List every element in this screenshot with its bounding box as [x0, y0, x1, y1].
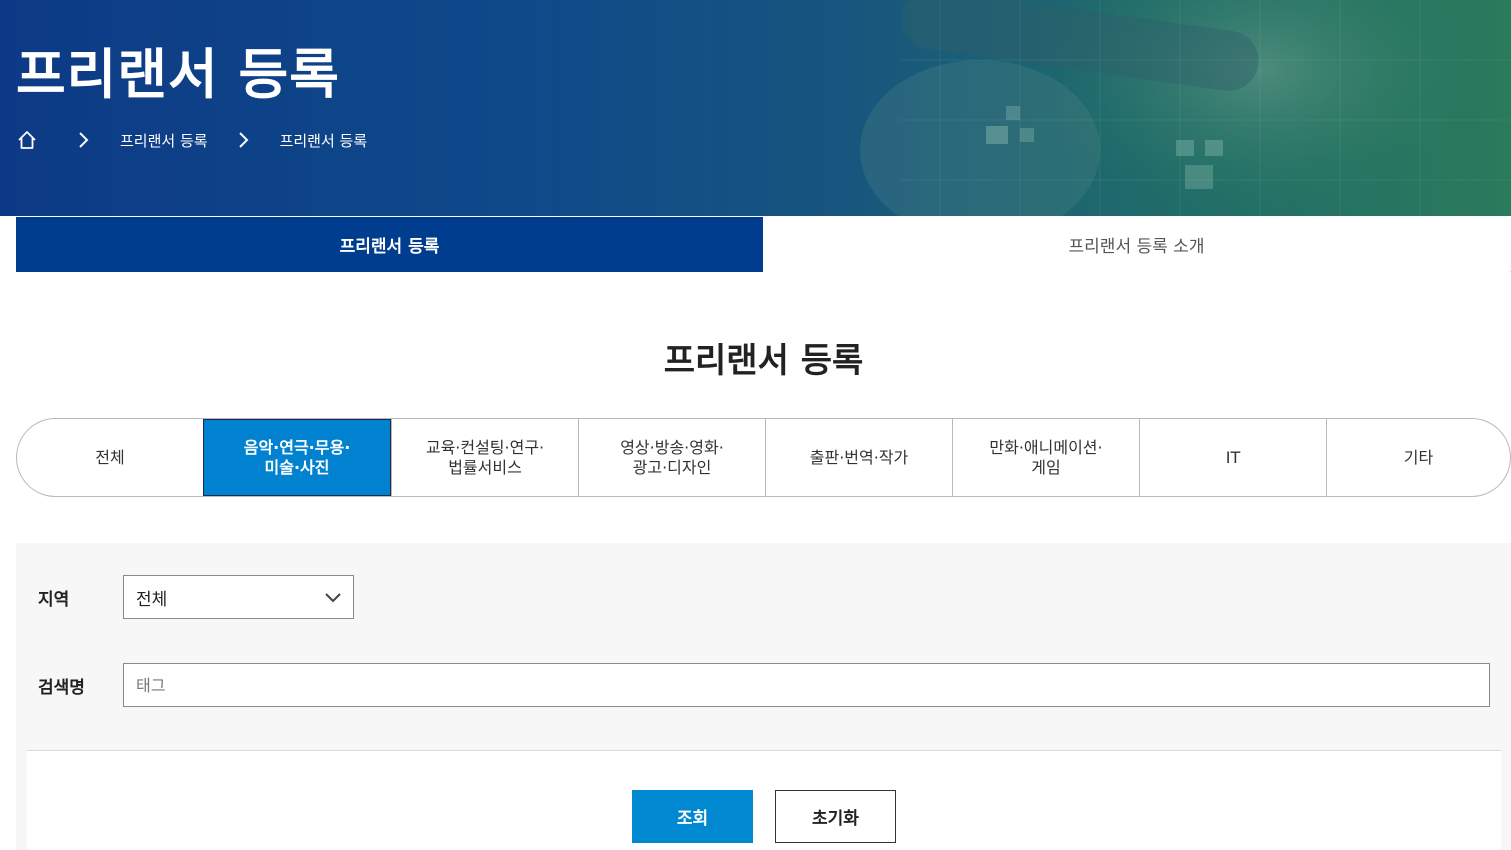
category-all[interactable]: 전체 — [17, 419, 203, 496]
category-it[interactable]: IT — [1139, 419, 1326, 496]
category-other[interactable]: 기타 — [1326, 419, 1510, 496]
page-hero-title: 프리랜서 등록 — [16, 43, 340, 106]
search-button[interactable]: 조회 — [632, 790, 753, 843]
category-filter: 전체 음악·연극·무용· 미술·사진 교육·컨설팅·연구· 법률서비스 영상·방… — [16, 418, 1511, 497]
keyword-label: 검색명 — [38, 678, 85, 698]
region-label: 지역 — [38, 590, 70, 610]
button-area — [27, 751, 1501, 850]
tab-bar: 프리랜서 등록 프리랜서 등록 소개 — [16, 217, 1511, 272]
region-select-value: 전체 — [136, 589, 168, 610]
tab-freelancer-register-intro[interactable]: 프리랜서 등록 소개 — [763, 217, 1510, 272]
chevron-right-icon — [236, 131, 250, 149]
category-publishing-translation[interactable]: 출판·번역·작가 — [765, 419, 952, 496]
category-education-consulting[interactable]: 교육·컨설팅·연구· 법률서비스 — [391, 419, 578, 496]
category-music-theater[interactable]: 음악·연극·무용· 미술·사진 — [203, 419, 391, 496]
breadcrumb-item-2[interactable]: 프리랜서 등록 — [280, 130, 368, 151]
reset-button[interactable]: 초기화 — [775, 790, 896, 843]
chevron-down-icon — [323, 588, 343, 608]
search-panel: 지역 전체 검색명 조회 초기화 — [16, 543, 1511, 850]
breadcrumb: 프리랜서 등록 프리랜서 등록 — [16, 127, 367, 153]
breadcrumb-item-1[interactable]: 프리랜서 등록 — [120, 130, 208, 151]
category-comics-animation[interactable]: 만화·애니메이션· 게임 — [952, 419, 1139, 496]
section-title: 프리랜서 등록 — [663, 341, 864, 381]
home-icon[interactable] — [16, 129, 38, 151]
chevron-right-icon — [76, 131, 90, 149]
hero-banner: 프리랜서 등록 프리랜서 등록 프리랜서 등록 — [0, 0, 1511, 216]
category-video-broadcast[interactable]: 영상·방송·영화· 광고·디자인 — [578, 419, 765, 496]
region-select[interactable]: 전체 — [123, 575, 354, 619]
tab-freelancer-register[interactable]: 프리랜서 등록 — [16, 217, 763, 272]
keyword-input[interactable] — [123, 663, 1490, 707]
